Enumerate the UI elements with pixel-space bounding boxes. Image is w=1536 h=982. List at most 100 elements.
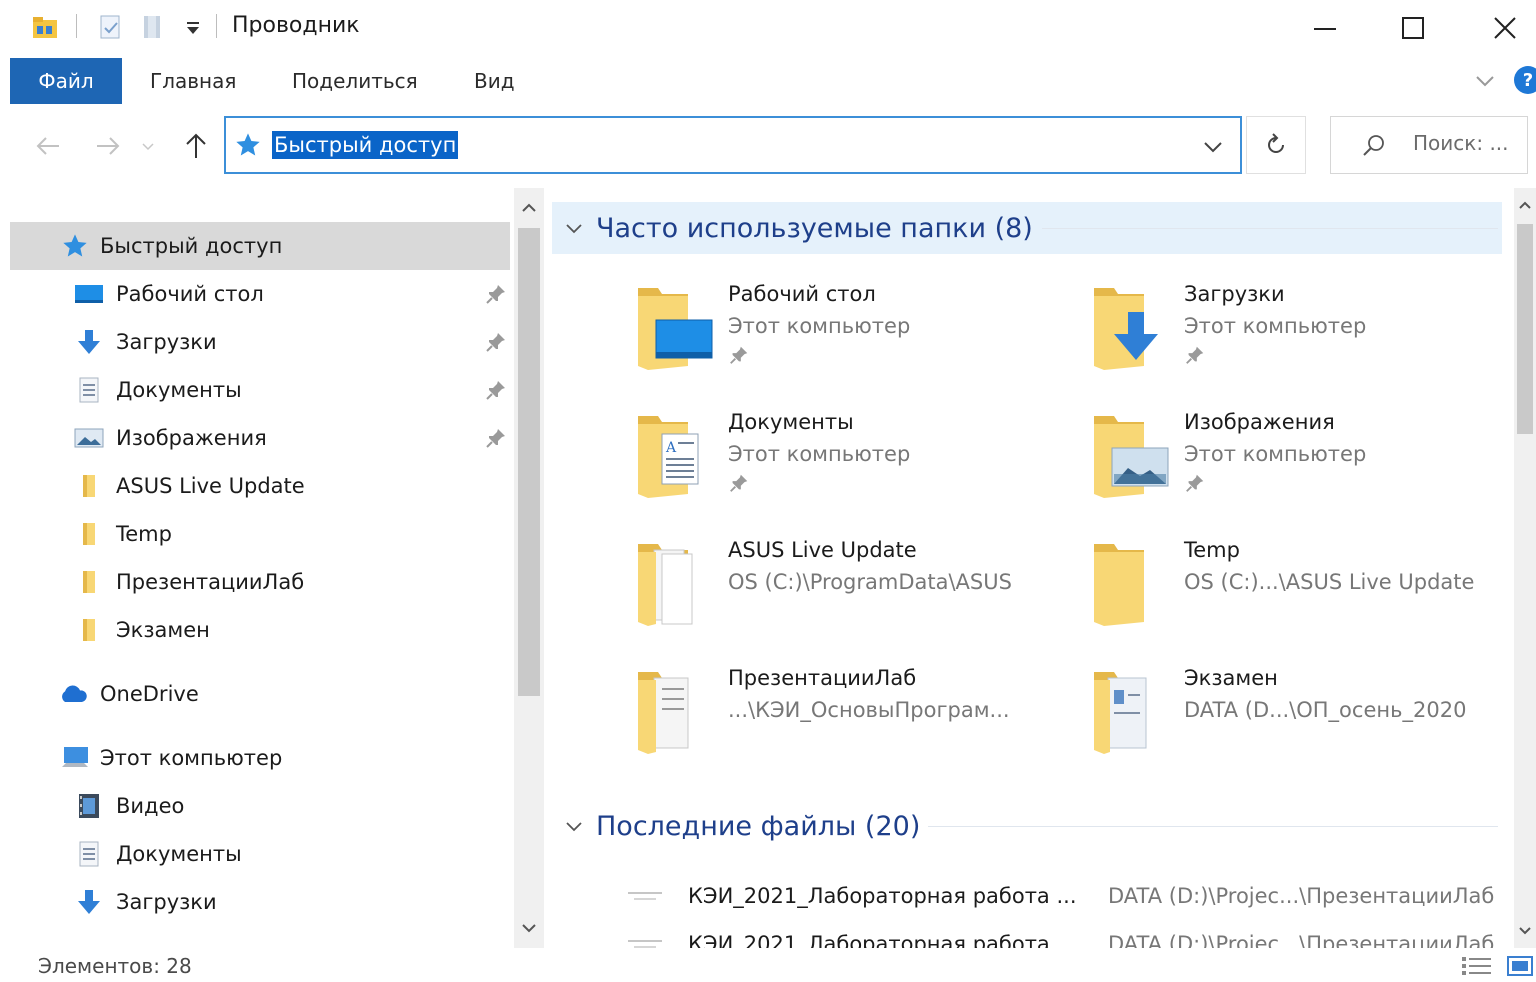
refresh-button[interactable] — [1246, 116, 1306, 174]
tab-share[interactable]: Поделиться — [292, 58, 418, 104]
folder-icon — [1094, 672, 1147, 754]
maximize-button[interactable] — [1368, 0, 1458, 56]
sidebar-item-downloads-pc[interactable]: Загрузки — [10, 878, 510, 926]
sidebar-item-this-pc[interactable]: Этот компьютер — [10, 734, 510, 782]
document-icon — [74, 375, 104, 405]
navigation-bar: Быстрый доступ Поиск: ... — [0, 106, 1536, 186]
back-button[interactable] — [28, 126, 68, 166]
folder-icon — [638, 544, 693, 626]
recent-files-header[interactable]: Последние файлы (20) — [552, 800, 1502, 852]
forward-button[interactable] — [88, 126, 128, 166]
file-icon — [628, 940, 662, 948]
sidebar-item-documents-pc[interactable]: Документы — [10, 830, 510, 878]
arrow-up-icon — [186, 133, 206, 158]
close-icon — [1494, 17, 1516, 39]
properties-icon[interactable] — [98, 14, 124, 40]
sidebar-item-temp[interactable]: Temp — [10, 510, 510, 558]
folder-icon — [74, 471, 104, 501]
tile-name: Документы — [728, 410, 854, 434]
scroll-up-icon[interactable] — [1518, 198, 1532, 212]
address-dropdown-icon[interactable] — [1202, 136, 1224, 162]
sidebar-item-label: Экзамен — [116, 618, 210, 642]
recent-file-row[interactable]: КЭИ_2021_Лабораторная работа ... DATA (D… — [552, 926, 1512, 948]
folder-tile-downloads[interactable]: Загрузки Этот компьютер — [1008, 282, 1448, 394]
address-path[interactable]: Быстрый доступ — [272, 131, 459, 159]
folder-icon — [74, 615, 104, 645]
folder-tile-documents[interactable]: A Документы Этот компьютер — [552, 410, 992, 522]
status-bar: Элементов: 28 — [0, 948, 1536, 981]
pin-icon — [1186, 474, 1204, 492]
sidebar-item-onedrive[interactable]: OneDrive — [10, 670, 510, 718]
sidebar-item-pictures[interactable]: Изображения — [10, 414, 510, 462]
tile-name: Экзамен — [1184, 666, 1278, 690]
star-icon — [234, 131, 262, 163]
tile-name: Рабочий стол — [728, 282, 876, 306]
window-title: Проводник — [232, 13, 360, 38]
folder-tile-desktop[interactable]: Рабочий стол Этот компьютер — [552, 282, 992, 394]
sidebar-item-label: Загрузки — [116, 890, 217, 914]
chevron-down-icon — [142, 143, 154, 151]
folder-tile-exam[interactable]: Экзамен DATA (D...\ОП_осень_2020 — [1008, 666, 1466, 778]
scrollbar-thumb[interactable] — [1517, 224, 1533, 434]
star-icon — [60, 231, 90, 261]
title-separator — [216, 14, 217, 38]
pin-icon[interactable] — [484, 426, 508, 450]
sidebar-item-label: Видео — [116, 794, 185, 818]
large-icons-view-icon[interactable] — [1506, 954, 1534, 982]
scrollbar-thumb[interactable] — [518, 228, 540, 696]
arrow-left-icon — [36, 137, 59, 155]
tile-location: Этот компьютер — [728, 442, 911, 466]
refresh-icon — [1268, 133, 1284, 153]
maximize-icon — [1402, 17, 1424, 39]
address-bar[interactable]: Быстрый доступ — [224, 116, 1242, 174]
sidebar-item-presentations[interactable]: ПрезентацииЛаб — [10, 558, 510, 606]
folder-tile-asus-live-update[interactable]: ASUS Live Update OS (C:)\ProgramData\ASU… — [552, 538, 1012, 650]
sidebar-item-documents[interactable]: Документы — [10, 366, 510, 414]
pin-icon[interactable] — [484, 378, 508, 402]
tab-view[interactable]: Вид — [474, 58, 515, 104]
scroll-down-icon[interactable] — [521, 920, 537, 936]
recent-file-row[interactable]: КЭИ_2021_Лабораторная работа ... DATA (D… — [552, 878, 1512, 918]
frequent-folders-header[interactable]: Часто используемые папки (8) — [552, 202, 1502, 254]
folder-icon — [638, 672, 689, 754]
sidebar-item-quick-access[interactable]: Быстрый доступ — [10, 222, 510, 270]
new-folder-icon[interactable] — [140, 14, 166, 40]
sidebar-item-downloads[interactable]: Загрузки — [10, 318, 510, 366]
sidebar-item-label: Рабочий стол — [116, 282, 264, 306]
sidebar-item-desktop[interactable]: Рабочий стол — [10, 270, 510, 318]
pin-icon — [730, 346, 748, 364]
tile-location: OS (C:)...\ASUS Live Update — [1184, 570, 1475, 594]
tab-home[interactable]: Главная — [150, 58, 236, 104]
folder-tile-temp[interactable]: Temp OS (C:)...\ASUS Live Update — [1008, 538, 1474, 650]
pin-icon[interactable] — [484, 330, 508, 354]
help-button[interactable]: ? — [1514, 66, 1536, 94]
customize-toolbar-icon[interactable] — [180, 14, 206, 40]
tab-file[interactable]: Файл — [10, 58, 122, 104]
download-icon — [74, 327, 104, 357]
folder-tile-presentations[interactable]: ПрезентацииЛаб ...\КЭИ_ОсновыПрограм... — [552, 666, 1010, 778]
sidebar-item-exam[interactable]: Экзамен — [10, 606, 510, 654]
scroll-down-icon[interactable] — [1518, 924, 1532, 938]
tile-location: ...\КЭИ_ОсновыПрограм... — [728, 698, 1010, 722]
scroll-up-icon[interactable] — [521, 200, 537, 216]
minimize-icon — [1314, 28, 1336, 30]
up-button[interactable] — [176, 126, 216, 166]
chevron-down-icon — [566, 224, 582, 234]
recent-file-name: КЭИ_2021_Лабораторная работа ... — [688, 884, 1077, 908]
folder-tile-pictures[interactable]: Изображения Этот компьютер — [1008, 410, 1448, 522]
recent-locations-button[interactable] — [136, 126, 160, 166]
details-view-icon[interactable] — [1460, 954, 1494, 982]
sidebar-item-asus-live-update[interactable]: ASUS Live Update — [10, 462, 510, 510]
folder-icon — [1094, 544, 1144, 626]
content-scrollbar[interactable] — [1514, 188, 1536, 948]
tile-name: Загрузки — [1184, 282, 1285, 306]
sidebar-item-video[interactable]: Видео — [10, 782, 510, 830]
search-input[interactable]: Поиск: ... — [1330, 116, 1528, 174]
video-icon — [74, 791, 104, 821]
search-icon — [1361, 133, 1387, 163]
close-button[interactable] — [1460, 0, 1536, 56]
navigation-pane-scrollbar[interactable] — [514, 188, 544, 948]
minimize-button[interactable] — [1280, 0, 1370, 56]
expand-ribbon-icon[interactable] — [1474, 70, 1496, 96]
pin-icon[interactable] — [484, 282, 508, 306]
